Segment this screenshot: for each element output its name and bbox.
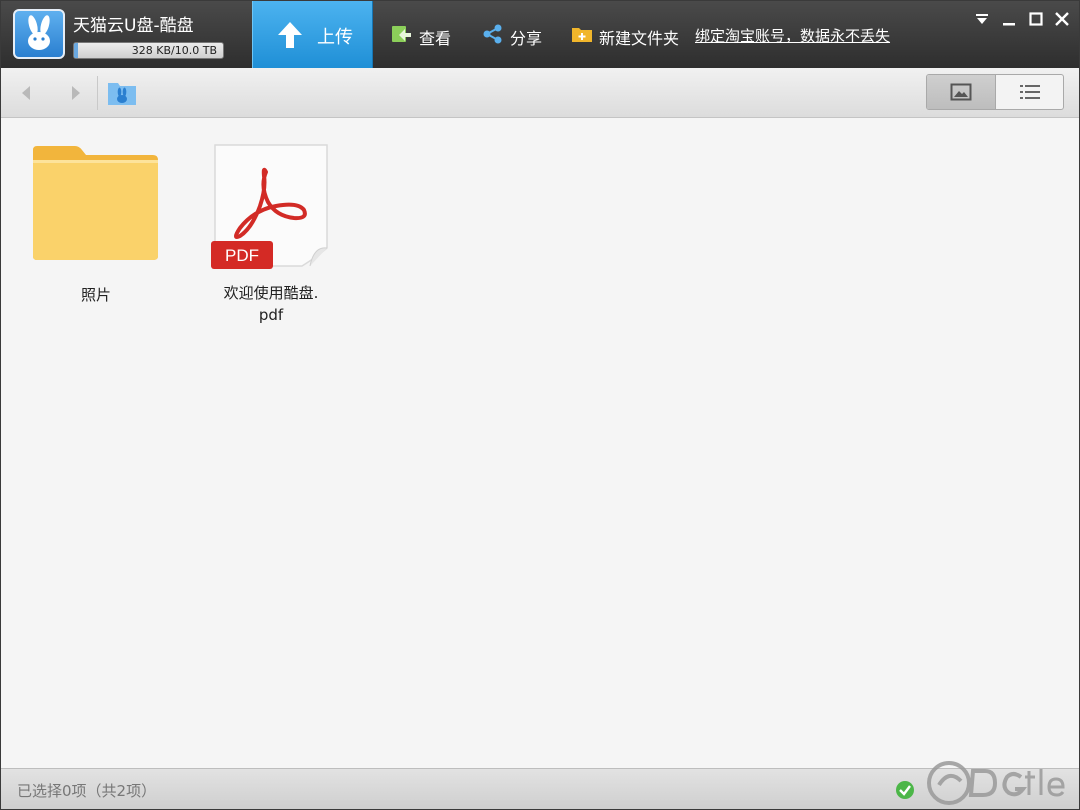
dropdown-menu-icon[interactable] <box>973 11 991 29</box>
selection-status: 已选择0项（共2项） <box>17 782 157 800</box>
app-window: 天猫云U盘-酷盘 328 KB/10.0 TB 上传 查看 分享 新建文件夹 绑… <box>0 0 1080 810</box>
pdf-file-icon: PDF <box>211 144 328 269</box>
storage-quota-bar: 328 KB/10.0 TB <box>73 42 224 59</box>
pdf-file-name: 欢迎使用酷盘. pdf <box>206 282 336 326</box>
new-folder-button-label: 新建文件夹 <box>599 29 680 48</box>
thumbnail-view-button[interactable] <box>927 75 996 109</box>
folder-item[interactable]: 照片 <box>31 144 161 306</box>
storage-quota-fill <box>74 43 79 58</box>
title-bar: 天猫云U盘-酷盘 328 KB/10.0 TB 上传 查看 分享 新建文件夹 绑… <box>1 1 1079 68</box>
folder-icon <box>33 146 158 260</box>
pdf-file-name-line1: 欢迎使用酷盘. <box>223 284 319 302</box>
file-browser-area: 照片 PDF 欢迎使用酷盘. pdf <box>1 118 1079 768</box>
view-button-label: 查看 <box>419 29 452 48</box>
forward-arrow-icon[interactable] <box>65 83 85 103</box>
storage-quota-text: 328 KB/10.0 TB <box>131 44 217 57</box>
view-mode-toggle <box>926 74 1064 110</box>
share-button[interactable]: 分享 <box>482 23 546 48</box>
watermark-logo <box>927 761 1065 805</box>
list-view-button[interactable] <box>996 75 1063 109</box>
thumbnail-view-icon <box>950 83 972 101</box>
minimize-icon[interactable] <box>1000 11 1018 29</box>
navigation-bar <box>1 68 1079 118</box>
back-arrow-icon[interactable] <box>17 83 37 103</box>
new-folder-icon <box>572 28 592 42</box>
share-button-label: 分享 <box>510 29 543 48</box>
bind-taobao-account-link[interactable]: 绑定淘宝账号，数据永不丢失 <box>695 25 890 46</box>
sync-ok-check-icon <box>896 781 914 799</box>
root-folder-rabbit-icon[interactable] <box>107 80 137 106</box>
maximize-icon[interactable] <box>1027 11 1045 29</box>
pdf-file-name-line2: pdf <box>258 306 284 324</box>
nav-divider <box>97 76 98 110</box>
folder-name: 照片 <box>80 286 111 304</box>
view-icon <box>392 26 411 42</box>
pdf-file-item[interactable]: PDF 欢迎使用酷盘. pdf <box>206 144 336 326</box>
share-icon <box>483 24 502 44</box>
upload-arrow-icon <box>278 22 302 48</box>
upload-button-label: 上传 <box>317 27 353 48</box>
close-icon[interactable] <box>1053 11 1071 29</box>
new-folder-button[interactable]: 新建文件夹 <box>571 23 683 48</box>
upload-button[interactable]: 上传 <box>252 1 373 68</box>
status-bar: 已选择0项（共2项） <box>1 761 1079 809</box>
app-title: 天猫云U盘-酷盘 <box>73 16 194 36</box>
pdf-badge-text: PDF <box>225 246 259 265</box>
view-button[interactable]: 查看 <box>391 23 455 48</box>
app-logo-icon <box>13 9 65 59</box>
list-view-icon <box>1020 85 1040 99</box>
